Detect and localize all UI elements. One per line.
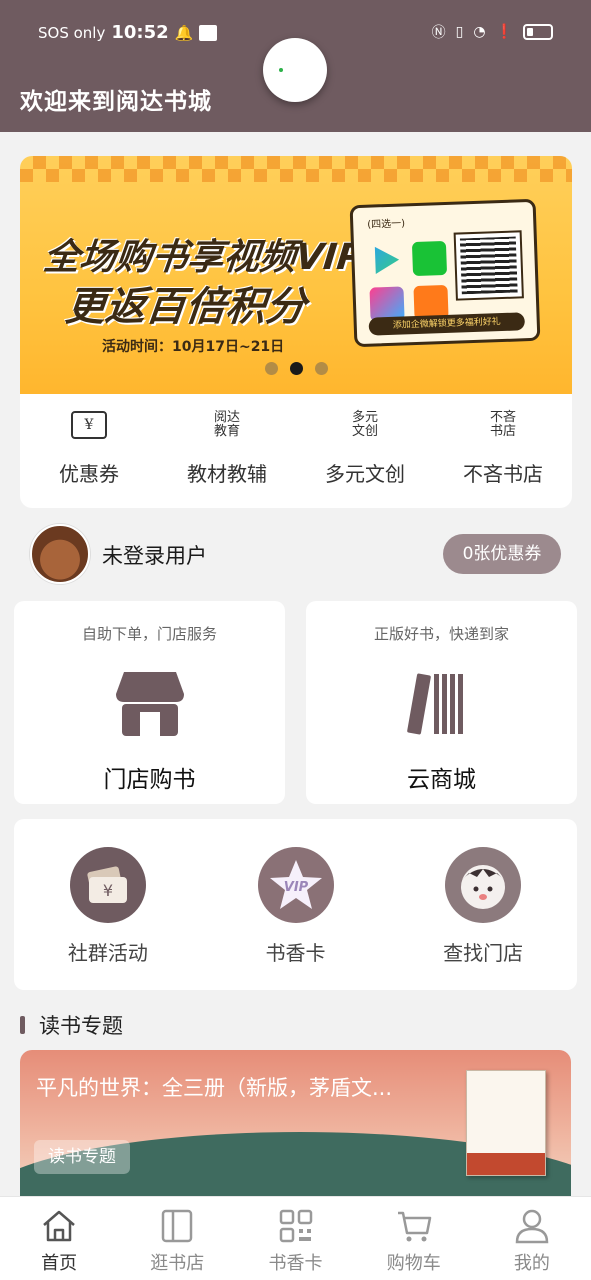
qr-code — [453, 230, 524, 301]
bulin-bookstore-logo: 不吝 书店 — [489, 410, 516, 439]
floating-assistant-button[interactable] — [263, 38, 327, 102]
quick-link-coupon[interactable]: ¥ 优惠券 — [20, 402, 158, 502]
svg-text:VIP: VIP — [283, 880, 308, 895]
yueda-education-logo: 阅达 教育 — [213, 410, 240, 439]
banner-card: 全场购书享视频VIP 更返百倍积分 活动时间：10月17日~21日 (四选一) … — [20, 156, 572, 508]
duoyuan-wenchuang-logo: 多元 文创 — [351, 410, 378, 439]
svg-text:¥: ¥ — [103, 881, 113, 900]
service-book-card[interactable]: VIP 书香卡 — [202, 819, 390, 990]
user-bar: 未登录用户 0张优惠券 — [30, 524, 561, 584]
alert-icon: ❗ — [495, 24, 513, 40]
storefront-icon — [110, 664, 190, 744]
quick-link-label: 教材教辅 — [187, 462, 267, 486]
cart-icon — [395, 1207, 433, 1245]
clock: 10:52 — [111, 22, 169, 43]
quick-link-label: 不吝书店 — [463, 462, 543, 486]
iqiyi-logo — [411, 240, 448, 277]
checker-pattern — [20, 156, 572, 182]
carrier-text: SOS only — [38, 23, 106, 42]
topic-title: 平凡的世界：全三册（新版，茅盾文... — [36, 1076, 393, 1100]
tab-label: 购物车 — [386, 1253, 441, 1274]
user-name[interactable]: 未登录用户 — [102, 540, 207, 570]
carousel-dot[interactable] — [314, 362, 328, 375]
tile-title: 门店购书 — [103, 767, 196, 793]
mascot-icon — [445, 847, 522, 923]
page-title: 欢迎来到阅达书城 — [20, 89, 212, 115]
vip-star-icon: VIP — [257, 847, 334, 923]
qr-card-icon — [277, 1207, 315, 1245]
bookstore-icon — [158, 1207, 196, 1245]
tab-home[interactable]: 首页 — [0, 1197, 118, 1280]
app-notification-icon — [199, 24, 218, 41]
coupon-count-button[interactable]: 0张优惠券 — [443, 534, 561, 574]
wallet-icon: ¥ — [69, 847, 146, 923]
wifi-icon: ◔ — [473, 24, 486, 40]
avatar[interactable] — [30, 524, 90, 584]
vip-card-graphic: (四选一) 添加企微解锁更多福利好礼 — [349, 198, 541, 348]
promo-banner[interactable]: 全场购书享视频VIP 更返百倍积分 活动时间：10月17日~21日 (四选一) … — [20, 156, 572, 394]
tab-bookstore[interactable]: 逛书店 — [118, 1197, 236, 1280]
tencent-video-logo — [368, 242, 403, 277]
status-left: SOS only 10:52 🔔 — [38, 22, 218, 43]
section-title: 读书专题 — [39, 1014, 123, 1038]
quick-link-creative[interactable]: 多元 文创 多元文创 — [296, 402, 434, 502]
banner-headline-1: 全场购书享视频VIP — [41, 237, 366, 278]
reading-topic-card[interactable]: 平凡的世界：全三册（新版，茅盾文... 读书专题 — [20, 1050, 571, 1196]
service-find-store[interactable]: 查找门店 — [389, 819, 577, 990]
quick-link-label: 多元文创 — [325, 462, 405, 486]
battery-icon — [523, 24, 553, 40]
tab-label: 书香卡 — [268, 1253, 323, 1274]
services-card: ¥ 社群活动 VIP 书香卡 查找门店 — [14, 819, 577, 990]
profile-icon — [513, 1207, 551, 1245]
tab-profile[interactable]: 我的 — [473, 1197, 591, 1280]
cloud-mall-tile[interactable]: 正版好书，快递到家 云商城 — [306, 601, 577, 804]
tab-label: 我的 — [513, 1253, 550, 1274]
coupon-icon: ¥ — [71, 402, 107, 448]
quick-link-textbooks[interactable]: 阅达 教育 教材教辅 — [158, 402, 296, 502]
quick-link-label: 优惠券 — [59, 462, 119, 486]
app-logos — [368, 240, 449, 322]
nfc-icon: Ⓝ — [431, 25, 446, 41]
bell-icon: 🔔 — [174, 23, 194, 42]
carousel-dot-active[interactable] — [289, 362, 303, 375]
carousel-dots — [20, 362, 572, 375]
books-icon — [402, 664, 482, 744]
tab-label: 首页 — [41, 1253, 78, 1274]
service-label: 社群活动 — [67, 941, 148, 965]
topic-tag: 读书专题 — [34, 1140, 130, 1174]
tab-label: 逛书店 — [150, 1253, 205, 1274]
service-label: 查找门店 — [443, 941, 524, 965]
quick-link-bookstore[interactable]: 不吝 书店 不吝书店 — [434, 402, 572, 502]
banner-date: 活动时间：10月17日~21日 — [102, 339, 285, 355]
store-purchase-tile[interactable]: 自助下单，门店服务 门店购书 — [14, 601, 285, 804]
carousel-dot[interactable] — [264, 362, 278, 375]
tile-subtitle: 自助下单，门店服务 — [81, 625, 217, 643]
bottom-tab-bar: 首页 逛书店 书香卡 购物车 我的 — [0, 1196, 591, 1280]
book-cover — [466, 1070, 546, 1176]
service-label: 书香卡 — [265, 941, 326, 965]
tile-title: 云商城 — [407, 767, 476, 793]
home-icon — [40, 1207, 78, 1245]
service-community[interactable]: ¥ 社群活动 — [14, 819, 202, 990]
tile-subtitle: 正版好书，快递到家 — [373, 625, 509, 643]
tab-cart[interactable]: 购物车 — [355, 1197, 473, 1280]
tab-book-card[interactable]: 书香卡 — [236, 1197, 354, 1280]
card-tag: (四选一) — [367, 218, 406, 231]
quick-links: ¥ 优惠券 阅达 教育 教材教辅 多元 文创 多元文创 不吝 书店 不吝书店 — [20, 402, 572, 502]
banner-headline-2: 更返百倍积分 — [63, 284, 308, 330]
section-header-reading-topics: 读书专题 — [20, 1010, 123, 1040]
section-marker — [20, 1016, 25, 1034]
status-right: Ⓝ ▯ ◔ ❗ — [432, 22, 553, 42]
vibrate-icon: ▯ — [455, 24, 464, 40]
